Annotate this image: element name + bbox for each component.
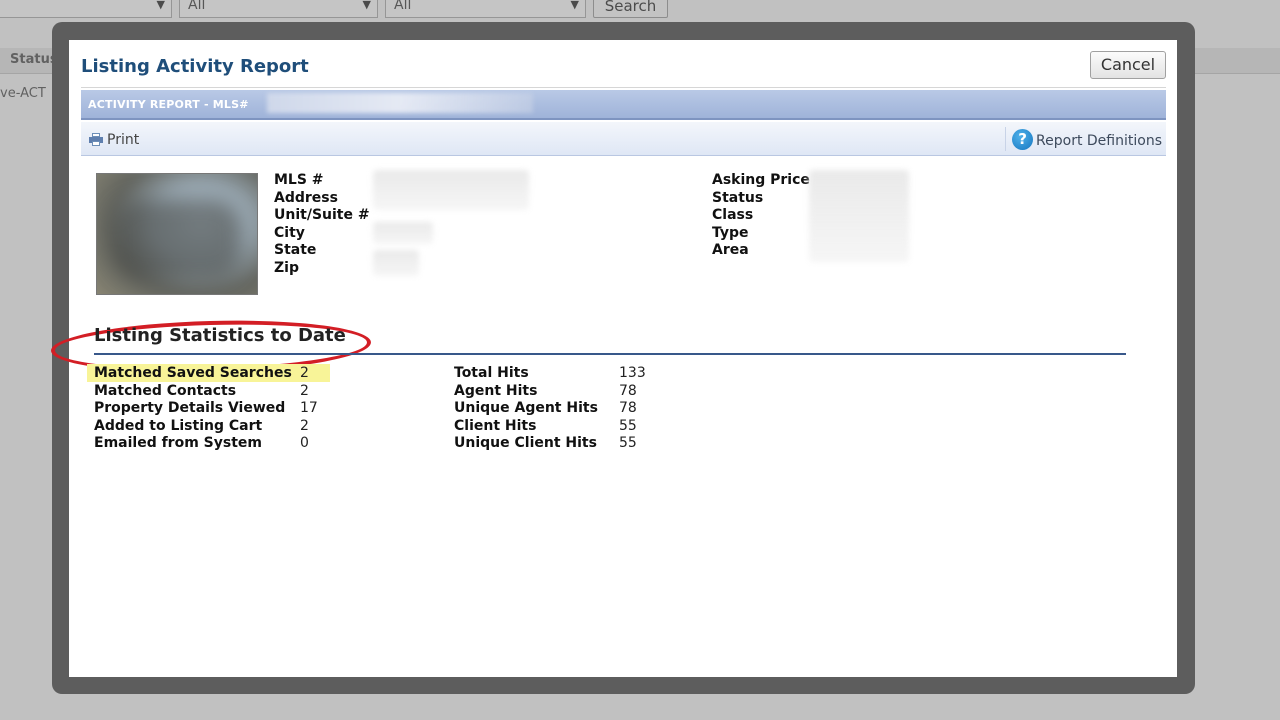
label-mls-number: MLS # [274,172,324,188]
stats-section-title: Listing Statistics to Date [94,325,346,346]
toolbar-divider [1005,127,1006,151]
label-area: Area [712,242,749,258]
stat-value: 2 [300,382,309,399]
label-state: State [274,242,317,258]
label-unit-suite: Unit/Suite # [274,207,370,223]
listing-activity-modal: Listing Activity Report Cancel ACTIVITY … [50,40,1177,677]
modal-title: Listing Activity Report [81,56,309,77]
listing-photo [96,173,258,295]
report-header-label: ACTIVITY REPORT - MLS# [88,98,249,111]
stat-value: 2 [300,365,309,381]
stat-label: Property Details Viewed [94,400,286,416]
cancel-button[interactable]: Cancel [1090,51,1166,79]
redacted-price-values [809,170,909,262]
print-button[interactable]: Print [89,131,139,148]
label-zip: Zip [274,259,299,276]
redacted-mls-number [267,93,533,113]
label-asking-price: Asking Price [712,172,810,188]
stat-label: Agent Hits [454,382,538,399]
report-definitions-button[interactable]: ? Report Definitions [1012,129,1162,151]
stat-label: Emailed from System [94,435,262,451]
stat-value: 78 [619,382,637,399]
stat-label: Total Hits [454,365,529,381]
stat-value: 55 [619,417,637,434]
stat-value: 2 [300,417,309,434]
stat-label: Unique Agent Hits [454,400,598,416]
report-definitions-label: Report Definitions [1036,133,1162,149]
print-label: Print [107,132,140,148]
label-status: Status [712,189,764,206]
title-divider [81,87,1166,88]
stat-value: 17 [300,400,318,416]
label-city: City [274,224,305,241]
stat-label: Added to Listing Cart [94,417,263,434]
stat-label: Client Hits [454,417,537,434]
stat-value: 0 [300,435,309,451]
stats-divider [94,353,1126,355]
stat-value: 78 [619,400,637,416]
report-toolbar: Print ? Report Definitions [81,122,1166,156]
label-type: Type [712,224,749,241]
redacted-zip-value [373,250,419,276]
stat-value: 55 [619,435,637,451]
stat-value: 133 [619,365,646,381]
stat-label: Matched Contacts [94,382,237,399]
redacted-city-value [373,222,433,244]
stat-label: Unique Client Hits [454,435,597,451]
redacted-listing-values [373,170,529,210]
help-icon: ? [1012,129,1034,150]
stat-label: Matched Saved Searches [94,365,292,381]
label-class: Class [712,207,754,223]
label-address: Address [274,189,338,206]
printer-icon [89,133,103,146]
report-header-bar: ACTIVITY REPORT - MLS# [81,90,1166,120]
